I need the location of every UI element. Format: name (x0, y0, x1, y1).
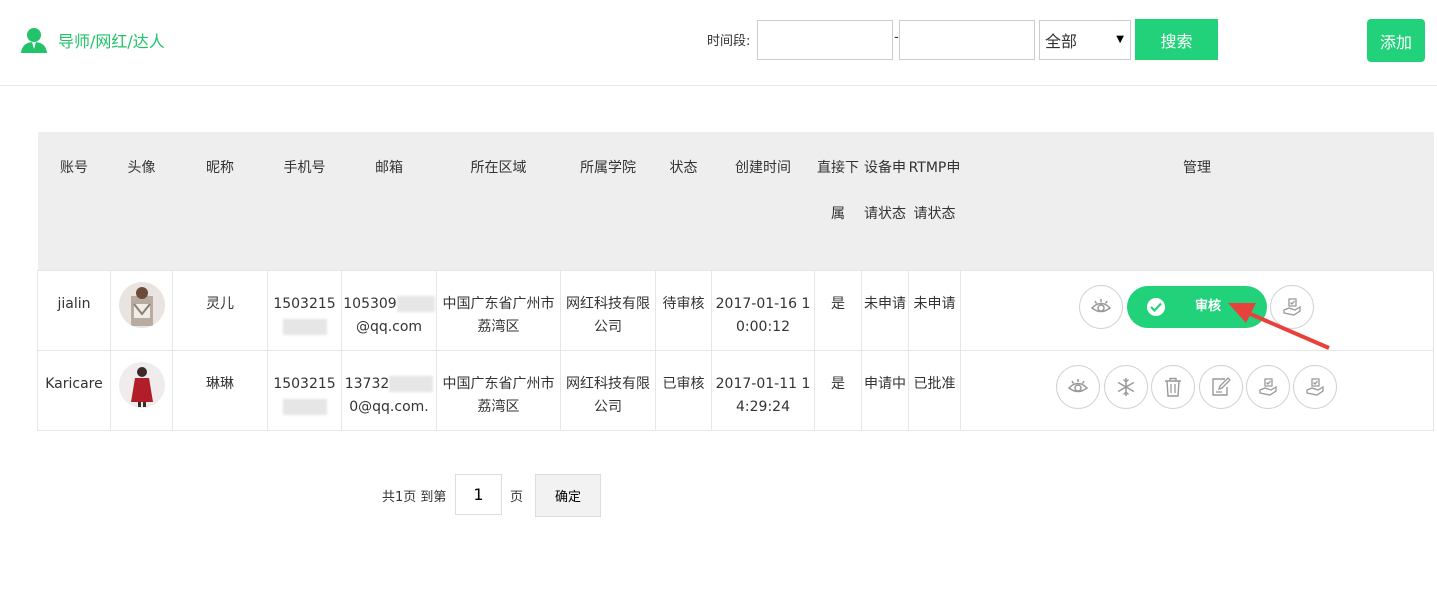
cell-rtmp-status: 未申请 (908, 269, 961, 351)
review-button-label: 审核 (1195, 299, 1222, 314)
col-header: 创建时间 (711, 132, 815, 270)
cell-device-status: 未申请 (861, 269, 909, 351)
col-header: 设备申请状态 (861, 132, 909, 270)
approve-alt-button[interactable] (1293, 364, 1337, 409)
avatar (118, 281, 165, 328)
date-separator: - (894, 30, 899, 45)
cell-region: 中国广东省广州市荔湾区 (436, 349, 561, 431)
view-button[interactable] (1079, 284, 1123, 329)
col-header: 所在区域 (436, 132, 561, 270)
approve-button[interactable] (1246, 364, 1290, 409)
masked-text (282, 318, 327, 335)
cell-manage: 审核 (960, 269, 1434, 351)
phone-text: 1503215 (273, 295, 336, 312)
cell-avatar (110, 349, 173, 431)
pager-prefix: 共1页 到第 (382, 490, 447, 505)
cell-direct: 是 (814, 349, 862, 431)
masked-text (396, 295, 435, 312)
cell-phone: 1503215 (267, 269, 342, 351)
delete-button[interactable] (1151, 364, 1195, 409)
col-header: 手机号 (267, 132, 342, 270)
users-table: 账号 头像 昵称 手机号 邮箱 所在区域 所属学院 状态 创建时间 直接下属 设… (37, 132, 1434, 431)
cell-direct: 是 (814, 269, 862, 351)
phone-text: 1503215 (273, 375, 336, 392)
edit-button[interactable] (1199, 364, 1243, 409)
cell-email: 13732 0@qq.com. (341, 349, 437, 431)
status-select[interactable]: 全部 ▼ (1039, 20, 1131, 60)
cell-college: 网红科技有限公司 (560, 269, 656, 351)
trash-icon (1165, 377, 1181, 397)
avatar (118, 361, 165, 408)
eye-icon (1067, 378, 1089, 392)
snowflake-icon (1117, 377, 1135, 396)
col-header: 管理 (960, 132, 1434, 270)
cell-nickname: 灵儿 (172, 269, 268, 351)
email-prefix: 105309 (343, 295, 397, 312)
col-header: 直接下属 (814, 132, 862, 270)
masked-text (389, 375, 434, 392)
freeze-button[interactable] (1104, 364, 1148, 409)
cell-created: 2017-01-16 10:00:12 (711, 269, 815, 351)
confirm-page-button[interactable]: 确定 (535, 474, 601, 517)
check-circle-icon (1147, 297, 1165, 316)
view-button[interactable] (1056, 364, 1100, 409)
cell-phone: 1503215 (267, 349, 342, 431)
cell-region: 中国广东省广州市荔湾区 (436, 269, 561, 351)
cell-device-status: 申请中 (861, 349, 909, 431)
pager-suffix: 页 (510, 490, 524, 505)
cell-nickname: 琳琳 (172, 349, 268, 431)
cell-rtmp-status: 已批准 (908, 349, 961, 431)
cell-email: 105309 @qq.com (341, 269, 437, 351)
page-title: 导师/网红/达人 (58, 32, 165, 51)
col-header: 账号 (37, 132, 111, 270)
hand-check-icon (1283, 297, 1301, 316)
table-row: Karicare 琳琳 1503215 13732 0@qq.com. 中国广东 (37, 349, 1434, 431)
cell-created: 2017-01-11 14:29:24 (711, 349, 815, 431)
edit-icon (1212, 376, 1231, 396)
table-header-row: 账号 头像 昵称 手机号 邮箱 所在区域 所属学院 状态 创建时间 直接下属 设… (37, 132, 1434, 270)
cell-account: Karicare (37, 349, 111, 431)
cell-manage (960, 349, 1434, 431)
col-header: 状态 (655, 132, 712, 270)
col-header: 头像 (110, 132, 173, 270)
hand-check-alt-icon (1306, 377, 1324, 396)
manage-actions: 审核 (961, 271, 1433, 350)
hand-check-icon (1259, 377, 1277, 396)
cell-account: jialin (37, 269, 111, 351)
cell-college: 网红科技有限公司 (560, 349, 656, 431)
col-header: 邮箱 (341, 132, 437, 270)
masked-text (282, 398, 327, 415)
add-button[interactable]: 添加 (1367, 19, 1425, 62)
user-icon (21, 28, 47, 53)
review-button[interactable]: 审核 (1127, 285, 1267, 328)
page-number-input[interactable] (455, 474, 502, 515)
cell-status: 已审核 (655, 349, 712, 431)
col-header: RTMP申请状态 (908, 132, 961, 270)
email-prefix: 13732 (344, 375, 390, 392)
time-range-label: 时间段: (707, 34, 751, 49)
brand: 导师/网红/达人 (20, 27, 165, 53)
table-row: jialin 灵儿 1503215 105309 @qq.com 中国广东省广州 (37, 269, 1434, 351)
col-header: 所属学院 (560, 132, 656, 270)
chevron-down-icon: ▼ (1116, 34, 1124, 45)
approve-button[interactable] (1270, 284, 1314, 329)
cell-status: 待审核 (655, 269, 712, 351)
date-start-input[interactable] (757, 20, 893, 60)
manage-actions (961, 351, 1433, 430)
email-suffix: @qq.com (355, 318, 423, 335)
date-end-input[interactable] (899, 20, 1035, 60)
search-button[interactable]: 搜索 (1135, 19, 1218, 60)
cell-avatar (110, 269, 173, 351)
eye-icon (1090, 298, 1112, 312)
email-suffix: 0@qq.com. (349, 398, 429, 415)
top-bar: 导师/网红/达人 时间段: - 全部 ▼ 搜索 添加 (0, 0, 1437, 86)
col-header: 昵称 (172, 132, 268, 270)
status-select-value: 全部 (1045, 32, 1078, 51)
